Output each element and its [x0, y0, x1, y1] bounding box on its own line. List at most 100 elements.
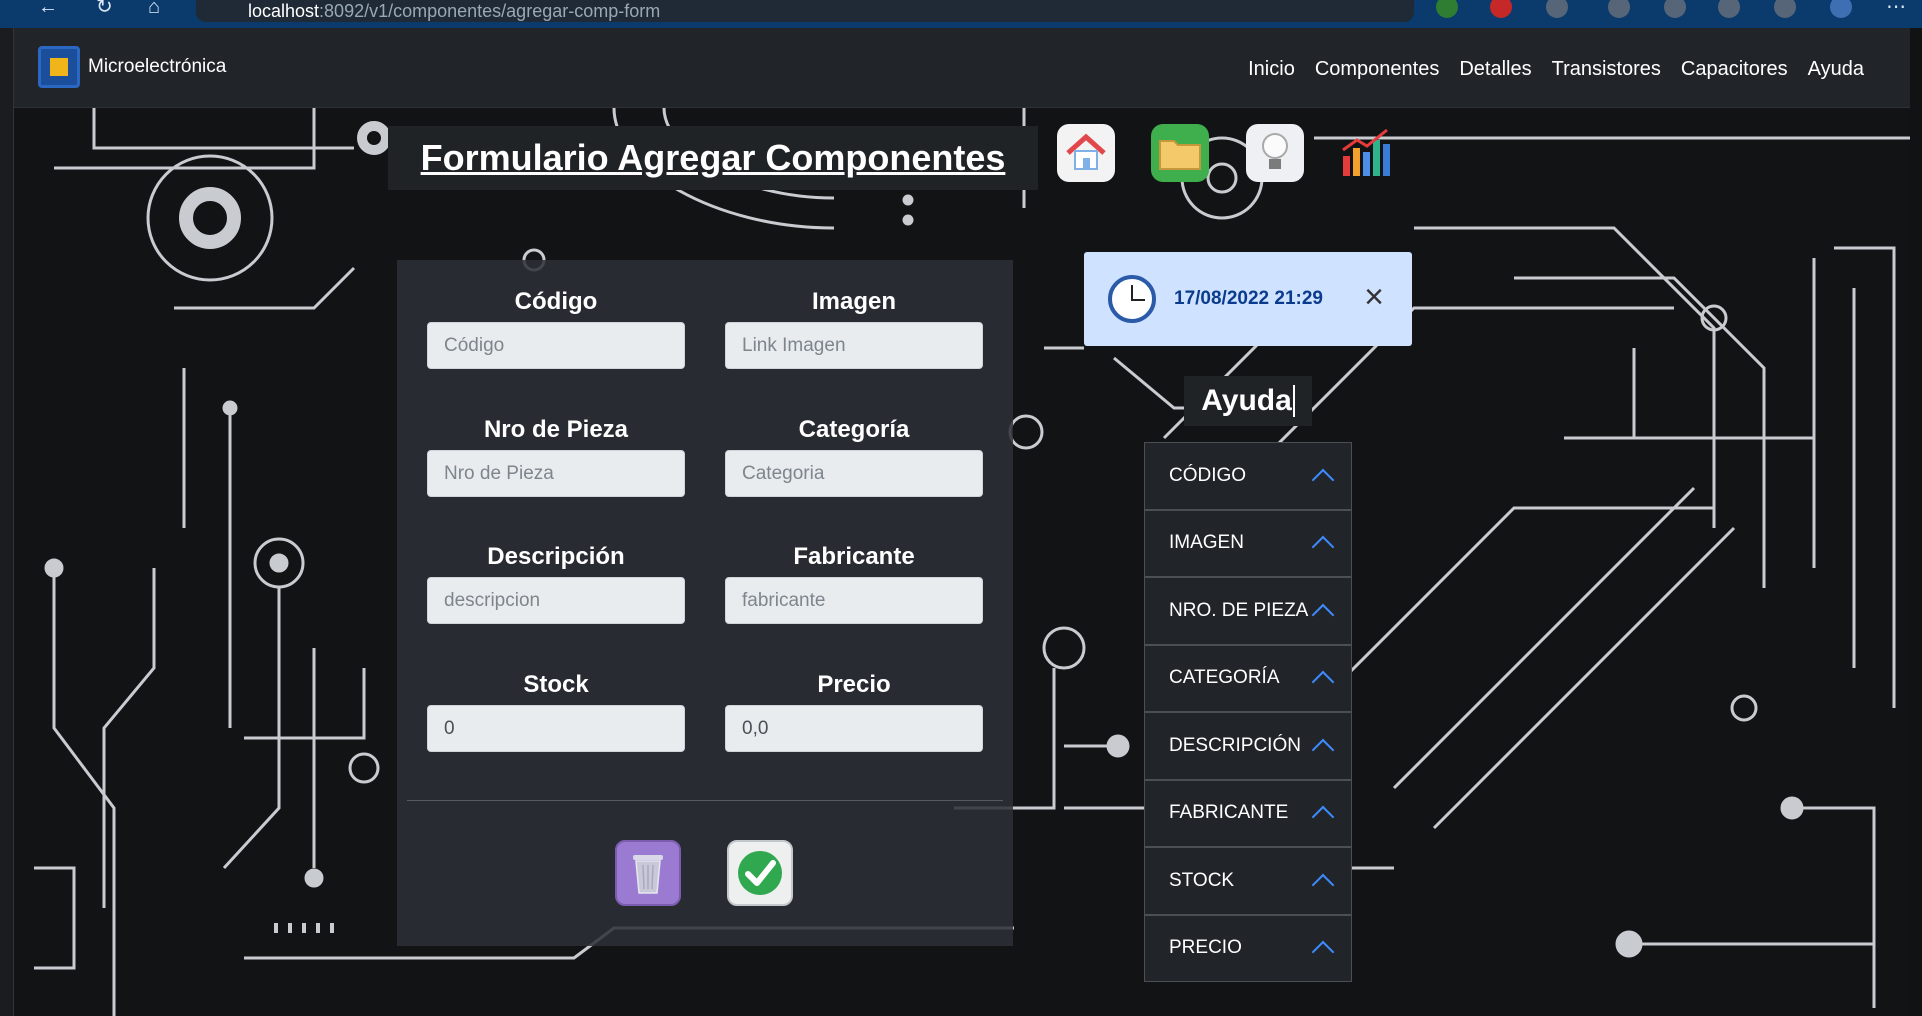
field-codigo: Código — [427, 288, 685, 369]
descripcion-label: Descripción — [487, 543, 625, 570]
profile-avatar[interactable] — [1830, 0, 1852, 18]
accordion-item-imagen[interactable]: IMAGEN — [1144, 509, 1352, 577]
history-icon[interactable] — [1718, 0, 1740, 18]
folder-icon — [1159, 140, 1201, 170]
nro-pieza-input[interactable] — [427, 450, 685, 497]
imagen-label: Imagen — [811, 288, 897, 315]
fabricante-label: Fabricante — [793, 543, 915, 570]
back-arrow-icon[interactable]: ← — [38, 0, 58, 17]
submit-button[interactable] — [727, 840, 793, 906]
close-icon[interactable]: × — [1364, 280, 1384, 314]
chevron-up-icon — [1311, 603, 1335, 627]
help-title-text: Ayuda — [1201, 384, 1292, 417]
codigo-label: Código — [514, 288, 598, 315]
extensions-icon[interactable] — [1546, 0, 1568, 18]
favorites-icon[interactable] — [1608, 0, 1630, 18]
chevron-up-icon — [1311, 468, 1335, 492]
app-navbar: Microelectrónica Inicio Componentes Deta… — [14, 28, 1910, 108]
accordion-label: PRECIO — [1169, 937, 1242, 959]
address-bar[interactable]: localhost:8092/v1/componentes/agregar-co… — [196, 0, 1414, 22]
home-tile[interactable] — [1057, 124, 1115, 182]
chevron-up-icon — [1311, 805, 1335, 829]
accordion-label: DESCRIPCIÓN — [1169, 734, 1301, 756]
accordion-item-codigo[interactable]: CÓDIGO — [1144, 442, 1352, 510]
chevron-up-icon — [1311, 535, 1335, 559]
collections-icon[interactable] — [1664, 0, 1686, 18]
browser-toolbar: ← ↻ ⌂ localhost:8092/v1/componentes/agre… — [0, 0, 1922, 28]
nav-link-detalles[interactable]: Detalles — [1459, 58, 1531, 81]
left-sidebar-strip — [0, 28, 14, 1016]
nav-link-transistores[interactable]: Transistores — [1552, 58, 1661, 81]
nro-pieza-label: Nro de Pieza — [483, 416, 629, 443]
categoria-input[interactable] — [725, 450, 983, 497]
form-divider — [407, 800, 1003, 801]
accordion-item-nro-pieza[interactable]: NRO. DE PIEZA — [1144, 577, 1352, 645]
lightbulb-icon — [1262, 133, 1288, 169]
add-component-form: Código Imagen Nro de Pieza Categoría Des… — [397, 260, 1013, 946]
home-icon[interactable]: ⌂ — [148, 0, 160, 17]
stock-label: Stock — [523, 671, 589, 698]
field-categoria: Categoría — [725, 416, 983, 497]
clock-icon — [1108, 275, 1156, 323]
nav-link-inicio[interactable]: Inicio — [1248, 58, 1295, 81]
chart-tile[interactable] — [1338, 124, 1396, 182]
chip-logo-icon — [38, 46, 80, 88]
downloads-icon[interactable] — [1774, 0, 1796, 18]
accordion-item-fabricante[interactable]: FABRICANTE — [1144, 779, 1352, 847]
precio-label: Precio — [817, 671, 891, 698]
brand[interactable]: Microelectrónica — [38, 46, 226, 88]
help-title: Ayuda — [1184, 376, 1312, 426]
brand-name: Microelectrónica — [88, 56, 227, 77]
shield-extension-icon[interactable] — [1436, 0, 1458, 18]
accordion-label: CÓDIGO — [1169, 464, 1247, 486]
chevron-up-icon — [1311, 670, 1335, 694]
trash-icon — [633, 855, 663, 894]
chart-icon — [1342, 128, 1390, 176]
clear-button[interactable] — [615, 840, 681, 906]
accordion-item-categoria[interactable]: CATEGORÍA — [1144, 644, 1352, 712]
url-host: localhost — [248, 1, 320, 21]
chevron-up-icon — [1311, 940, 1335, 964]
fabricante-input[interactable] — [725, 577, 983, 624]
precio-input[interactable] — [725, 705, 983, 752]
text-cursor — [1292, 385, 1295, 417]
field-fabricante: Fabricante — [725, 543, 983, 624]
field-nro-pieza: Nro de Pieza — [427, 416, 685, 497]
accordion-item-stock[interactable]: STOCK — [1144, 847, 1352, 915]
check-icon — [738, 851, 782, 895]
accordion-label: STOCK — [1169, 869, 1235, 891]
url-path: :8092/v1/componentes/agregar-comp-form — [319, 1, 661, 21]
stock-input[interactable] — [427, 705, 685, 752]
refresh-icon[interactable]: ↻ — [96, 0, 113, 17]
codigo-input[interactable] — [427, 322, 685, 369]
accordion-label: IMAGEN — [1169, 532, 1244, 554]
accordion-label: NRO. DE PIEZA — [1169, 599, 1309, 621]
page-title-box: Formulario Agregar Componentes — [388, 126, 1038, 190]
more-menu-icon[interactable]: ⋯ — [1886, 0, 1906, 17]
help-accordion: CÓDIGO IMAGEN NRO. DE PIEZA CATEGORÍA DE… — [1144, 442, 1352, 982]
chevron-up-icon — [1311, 738, 1335, 762]
accordion-label: FABRICANTE — [1169, 802, 1289, 824]
lightbulb-tile[interactable] — [1246, 124, 1304, 182]
chevron-up-icon — [1311, 873, 1335, 897]
accordion-item-descripcion[interactable]: DESCRIPCIÓN — [1144, 712, 1352, 780]
accordion-item-precio[interactable]: PRECIO — [1144, 914, 1352, 982]
field-imagen: Imagen — [725, 288, 983, 369]
folder-tile[interactable] — [1151, 124, 1209, 182]
page-title: Formulario Agregar Componentes — [420, 137, 1006, 178]
datetime-toast: 17/08/2022 21:29 × — [1084, 252, 1412, 346]
nav-link-capacitores[interactable]: Capacitores — [1681, 58, 1788, 81]
nav-link-ayuda[interactable]: Ayuda — [1808, 58, 1864, 81]
video-extension-icon[interactable] — [1490, 0, 1512, 18]
toast-datetime: 17/08/2022 21:29 — [1174, 288, 1323, 309]
home-icon — [1066, 133, 1106, 170]
field-precio: Precio — [725, 671, 983, 752]
descripcion-input[interactable] — [427, 577, 685, 624]
field-descripcion: Descripción — [427, 543, 685, 624]
categoria-label: Categoría — [798, 416, 910, 443]
accordion-label: CATEGORÍA — [1169, 667, 1280, 689]
nav-link-componentes[interactable]: Componentes — [1315, 58, 1440, 81]
field-stock: Stock — [427, 671, 685, 752]
imagen-input[interactable] — [725, 322, 983, 369]
nav-links: Inicio Componentes Detalles Transistores… — [1248, 58, 1864, 81]
